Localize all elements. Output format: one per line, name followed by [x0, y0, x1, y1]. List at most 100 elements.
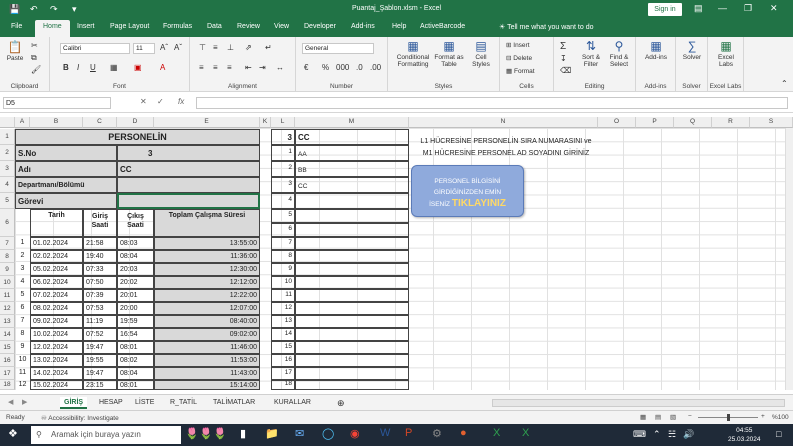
zoom-slider-thumb[interactable]: [727, 414, 730, 421]
sequence-cell[interactable]: 2: [15, 250, 30, 263]
orientation-icon[interactable]: ⇗: [245, 43, 252, 52]
out-time-cell[interactable]: 08:04: [117, 367, 154, 380]
collapse-ribbon-icon[interactable]: ⌃: [781, 79, 788, 88]
total-cell[interactable]: 13:55:00: [154, 237, 260, 250]
align-top-icon[interactable]: ⊤: [199, 43, 206, 52]
add-ins-button[interactable]: ▦ Add-ins: [640, 40, 672, 62]
date-cell[interactable]: 14.02.2024: [30, 367, 83, 380]
row-header[interactable]: 7: [0, 237, 15, 250]
page-break-view-icon[interactable]: ▧: [670, 413, 676, 421]
department-label[interactable]: Departmanı/Bölümü: [15, 177, 117, 193]
out-time-cell[interactable]: 20:02: [117, 276, 154, 289]
sequence-cell[interactable]: 9: [15, 341, 30, 354]
align-left-icon[interactable]: ≡: [199, 63, 204, 72]
align-right-icon[interactable]: ≡: [227, 63, 232, 72]
in-time-cell[interactable]: 19:47: [83, 367, 117, 380]
list-name[interactable]: BB: [295, 161, 409, 177]
game-icon[interactable]: ●: [460, 427, 467, 439]
tab-data[interactable]: Data: [207, 23, 222, 30]
list-name[interactable]: CC: [295, 177, 409, 193]
sequence-cell[interactable]: 4: [15, 276, 30, 289]
list-name[interactable]: [295, 223, 409, 237]
row-header[interactable]: 6: [0, 209, 15, 237]
excel-icon-2[interactable]: X: [522, 427, 529, 439]
col-date-header[interactable]: Tarih: [30, 209, 83, 237]
tab-formulas[interactable]: Formulas: [163, 23, 192, 30]
date-cell[interactable]: 06.02.2024: [30, 276, 83, 289]
percent-icon[interactable]: %: [322, 63, 329, 72]
out-time-cell[interactable]: 20:00: [117, 302, 154, 315]
currency-icon[interactable]: €: [304, 63, 308, 72]
out-time-cell[interactable]: 20:01: [117, 289, 154, 302]
total-cell[interactable]: 12:30:00: [154, 263, 260, 276]
sequence-cell[interactable]: 3: [15, 263, 30, 276]
col-header-s[interactable]: S: [750, 117, 793, 128]
sheet-tab-talimatlar[interactable]: TALİMATLAR: [209, 397, 259, 409]
department-value[interactable]: [117, 177, 260, 193]
list-number[interactable]: 4: [271, 193, 295, 209]
in-time-cell[interactable]: 11:19: [83, 315, 117, 328]
list-number[interactable]: 8: [271, 250, 295, 263]
col-header-p[interactable]: P: [636, 117, 674, 128]
row-header[interactable]: 12: [0, 302, 15, 315]
vertical-scrollbar[interactable]: [785, 128, 793, 390]
out-time-cell[interactable]: 08:01: [117, 341, 154, 354]
zoom-level[interactable]: %100: [772, 414, 789, 421]
list-number[interactable]: 9: [271, 263, 295, 276]
row-header[interactable]: 2: [0, 145, 15, 161]
list-number[interactable]: 3: [271, 177, 295, 193]
network-icon[interactable]: ☵: [668, 429, 676, 440]
right-header-name[interactable]: CC: [295, 129, 409, 145]
total-cell[interactable]: 11:36:00: [154, 250, 260, 263]
col-header-l[interactable]: L: [271, 117, 295, 128]
format-painter-icon[interactable]: 🖌: [31, 65, 41, 74]
role-value-selected[interactable]: [117, 193, 260, 209]
date-cell[interactable]: 02.02.2024: [30, 250, 83, 263]
prev-sheet-icon[interactable]: ◀: [4, 397, 17, 409]
decrease-indent-icon[interactable]: ⇤: [245, 63, 252, 72]
list-name[interactable]: [295, 328, 409, 341]
col-header-c[interactable]: C: [83, 117, 117, 128]
formula-input[interactable]: [196, 97, 788, 109]
sequence-cell[interactable]: 10: [15, 354, 30, 367]
list-name[interactable]: [295, 193, 409, 209]
list-number[interactable]: 12: [271, 302, 295, 315]
keyboard-icon[interactable]: ⌨: [633, 429, 646, 440]
col-header-b[interactable]: B: [30, 117, 83, 128]
in-time-cell[interactable]: 19:47: [83, 341, 117, 354]
sheet-tab-kurallar[interactable]: KURALLAR: [270, 397, 315, 409]
horizontal-scrollbar[interactable]: [492, 399, 785, 407]
row-header[interactable]: 18: [0, 380, 15, 390]
font-color-icon[interactable]: A: [160, 63, 165, 72]
format-as-table-button[interactable]: ▦ Format as Table: [433, 40, 465, 69]
col-total-header[interactable]: Toplam Çalışma Süresi: [154, 209, 260, 237]
cancel-icon[interactable]: ✕: [140, 97, 147, 106]
row-header[interactable]: 17: [0, 367, 15, 380]
taskbar-search[interactable]: ⚲ Aramak için buraya yazın: [31, 426, 181, 444]
total-cell[interactable]: 11:53:00: [154, 354, 260, 367]
total-cell[interactable]: 12:12:00: [154, 276, 260, 289]
sequence-cell[interactable]: 6: [15, 302, 30, 315]
date-cell[interactable]: 05.02.2024: [30, 263, 83, 276]
total-cell[interactable]: 11:43:00: [154, 367, 260, 380]
date-cell[interactable]: 07.02.2024: [30, 289, 83, 302]
close-icon[interactable]: ✕: [770, 3, 778, 14]
tulips-widget-icon-3[interactable]: 🌷: [213, 427, 227, 440]
row-header[interactable]: 3: [0, 161, 15, 177]
row-header[interactable]: 14: [0, 328, 15, 341]
row-header[interactable]: 16: [0, 354, 15, 367]
role-label[interactable]: Görevi: [15, 193, 117, 209]
list-number[interactable]: 14: [271, 328, 295, 341]
tulips-widget-icon[interactable]: 🌷: [185, 427, 199, 440]
enter-icon[interactable]: ✓: [157, 97, 164, 106]
right-header-number[interactable]: 3: [271, 129, 295, 145]
tulips-widget-icon-2[interactable]: 🌷: [199, 427, 213, 440]
font-size-dropdown[interactable]: 11: [133, 43, 155, 54]
list-name[interactable]: [295, 341, 409, 354]
col-header-r[interactable]: R: [712, 117, 750, 128]
align-bottom-icon[interactable]: ⊥: [227, 43, 234, 52]
list-name[interactable]: [295, 276, 409, 289]
zoom-out-icon[interactable]: −: [688, 413, 692, 420]
col-in-header[interactable]: Giriş Saati: [83, 209, 117, 237]
in-time-cell[interactable]: 07:33: [83, 263, 117, 276]
